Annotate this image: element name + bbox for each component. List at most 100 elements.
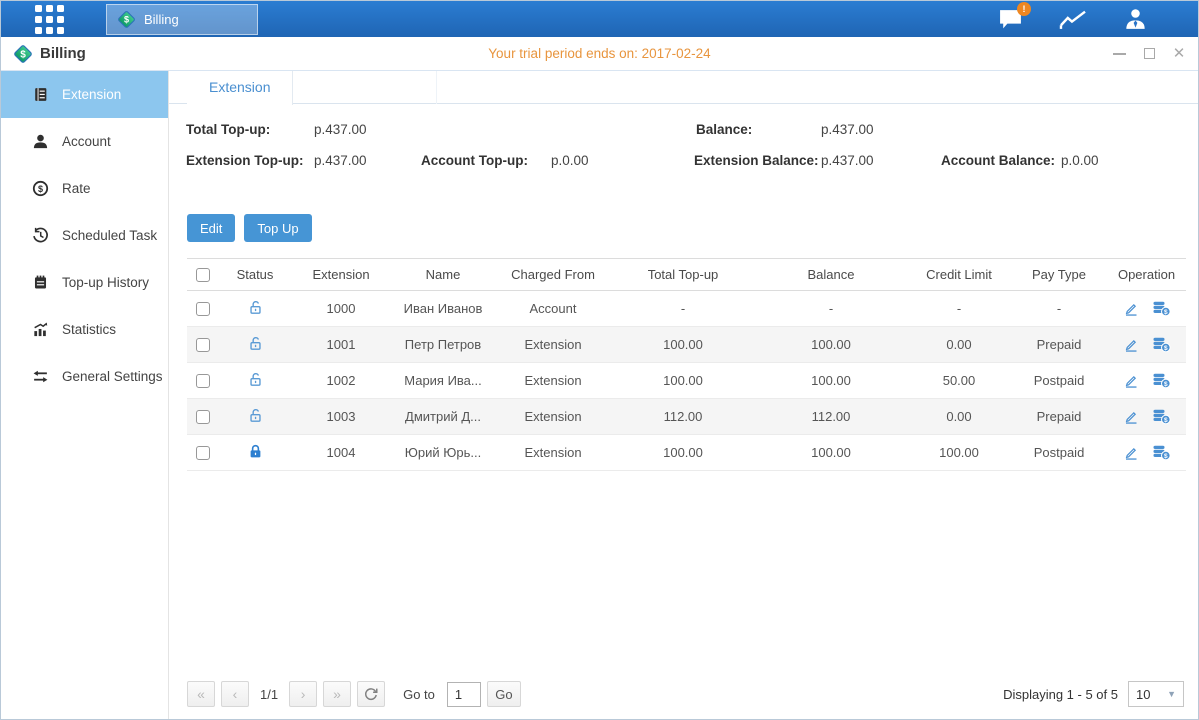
transfer-arrows-icon <box>32 368 49 385</box>
billing-summary: Total Top-up: p.437.00 Balance: p.437.00… <box>169 122 1198 200</box>
main-content: Extension Total Top-up: p.437.00 Balance… <box>169 71 1198 719</box>
app-launcher-grid-icon[interactable] <box>35 5 64 34</box>
col-balance: Balance <box>755 259 907 291</box>
first-page-button[interactable]: « <box>187 681 215 707</box>
row-checkbox[interactable] <box>196 446 210 460</box>
table-row[interactable]: 1004 Юрий Юрь... Extension 100.00 100.00… <box>187 435 1186 471</box>
sidebar-item-label: General Settings <box>62 369 163 384</box>
pencil-icon <box>1123 445 1139 461</box>
user-account-button[interactable] <box>1123 7 1148 32</box>
balance-label: Balance: <box>696 122 752 137</box>
page-size-select[interactable]: 10 ▼ <box>1128 681 1184 707</box>
row-checkbox[interactable] <box>196 374 210 388</box>
pencil-icon <box>1123 409 1139 425</box>
account-balance-value: p.0.00 <box>1061 153 1099 168</box>
col-pay-type: Pay Type <box>1011 259 1107 291</box>
row-checkbox[interactable] <box>196 410 210 424</box>
cell-credit-limit: 50.00 <box>907 363 1011 399</box>
svg-text:$: $ <box>124 14 129 24</box>
pencil-icon <box>1123 301 1139 317</box>
account-balance-label: Account Balance: <box>941 153 1055 168</box>
sidebar-item-account[interactable]: Account <box>1 118 168 165</box>
table-row[interactable]: 1002 Мария Ива... Extension 100.00 100.0… <box>187 363 1186 399</box>
col-name: Name <box>391 259 495 291</box>
svg-text:$: $ <box>1163 309 1167 316</box>
col-operation: Operation <box>1107 259 1186 291</box>
top-up-row-button[interactable]: $ <box>1152 336 1171 353</box>
svg-text:$: $ <box>20 49 26 60</box>
extension-balance-value: p.437.00 <box>821 153 874 168</box>
next-page-button[interactable]: › <box>289 681 317 707</box>
close-icon[interactable]: ✕ <box>1172 47 1186 61</box>
svg-text:$: $ <box>1163 381 1167 388</box>
cell-pay-type: - <box>1011 291 1107 327</box>
sidebar-item-label: Scheduled Task <box>62 228 157 243</box>
row-checkbox[interactable] <box>196 338 210 352</box>
select-all-checkbox[interactable] <box>196 268 210 282</box>
top-up-row-button[interactable]: $ <box>1152 408 1171 425</box>
sidebar-item-topup-history[interactable]: Top-up History <box>1 259 168 306</box>
cell-pay-type: Prepaid <box>1011 399 1107 435</box>
sidebar-item-label: Extension <box>62 87 121 102</box>
sidebar-item-general-settings[interactable]: General Settings <box>1 353 168 400</box>
edit-row-button[interactable] <box>1123 337 1139 353</box>
extension-topup-label: Extension Top-up: <box>186 153 304 168</box>
edit-button[interactable]: Edit <box>187 214 235 242</box>
sidebar-item-rate[interactable]: $ Rate <box>1 165 168 212</box>
edit-row-button[interactable] <box>1123 445 1139 461</box>
cell-name: Петр Петров <box>391 327 495 363</box>
tab-extension[interactable]: Extension <box>187 71 293 105</box>
sidebar-item-extension[interactable]: Extension <box>1 71 168 118</box>
top-up-button[interactable]: Top Up <box>244 214 311 242</box>
extension-topup-value: p.437.00 <box>314 153 367 168</box>
cell-name: Дмитрий Д... <box>391 399 495 435</box>
resource-monitor-button[interactable] <box>1059 8 1087 31</box>
notifications-button[interactable]: ! <box>998 8 1023 31</box>
row-checkbox[interactable] <box>196 302 210 316</box>
table-header-row: Status Extension Name Charged From Total… <box>187 259 1186 291</box>
trial-notice: Your trial period ends on: 2017-02-24 <box>1 46 1198 61</box>
table-row[interactable]: 1000 Иван Иванов Account - - - - $ <box>187 291 1186 327</box>
goto-label: Go to <box>403 687 435 702</box>
edit-row-button[interactable] <box>1123 301 1139 317</box>
edit-row-button[interactable] <box>1123 409 1139 425</box>
coins-icon: $ <box>1152 336 1171 353</box>
cell-name: Юрий Юрь... <box>391 435 495 471</box>
sidebar-item-label: Top-up History <box>62 275 149 290</box>
status-unlocked-icon <box>247 371 264 388</box>
top-up-row-button[interactable]: $ <box>1152 300 1171 317</box>
prev-page-button[interactable]: ‹ <box>221 681 249 707</box>
billing-app-icon: $ <box>13 44 33 64</box>
billing-app-window: $ Billing ! <box>0 0 1199 720</box>
cell-pay-type: Postpaid <box>1011 435 1107 471</box>
displaying-count: Displaying 1 - 5 of 5 <box>1003 687 1118 702</box>
go-button[interactable]: Go <box>487 681 521 707</box>
cell-balance: 100.00 <box>755 327 907 363</box>
sidebar-item-scheduled-task[interactable]: Scheduled Task <box>1 212 168 259</box>
ledger-icon <box>32 86 49 103</box>
top-up-row-button[interactable]: $ <box>1152 444 1171 461</box>
cell-charged-from: Extension <box>495 399 611 435</box>
billing-task-tab[interactable]: $ Billing <box>106 4 258 35</box>
balance-value: p.437.00 <box>821 122 874 137</box>
table-row[interactable]: 1001 Петр Петров Extension 100.00 100.00… <box>187 327 1186 363</box>
maximize-icon[interactable] <box>1142 47 1156 61</box>
top-up-row-button[interactable]: $ <box>1152 372 1171 389</box>
notebook-icon <box>32 274 49 291</box>
edit-row-button[interactable] <box>1123 373 1139 389</box>
refresh-button[interactable] <box>357 681 385 707</box>
pencil-icon <box>1123 337 1139 353</box>
cell-credit-limit: 0.00 <box>907 399 1011 435</box>
cell-extension: 1002 <box>291 363 391 399</box>
coins-icon: $ <box>1152 300 1171 317</box>
goto-page-input[interactable] <box>447 682 481 707</box>
table-row[interactable]: 1003 Дмитрий Д... Extension 112.00 112.0… <box>187 399 1186 435</box>
cell-total-topup: 112.00 <box>611 399 755 435</box>
sidebar-item-label: Account <box>62 134 111 149</box>
status-unlocked-icon <box>247 299 264 316</box>
sidebar-item-statistics[interactable]: Statistics <box>1 306 168 353</box>
minimize-icon[interactable] <box>1112 47 1126 61</box>
svg-text:$: $ <box>1163 453 1167 460</box>
last-page-button[interactable]: » <box>323 681 351 707</box>
cell-total-topup: - <box>611 291 755 327</box>
